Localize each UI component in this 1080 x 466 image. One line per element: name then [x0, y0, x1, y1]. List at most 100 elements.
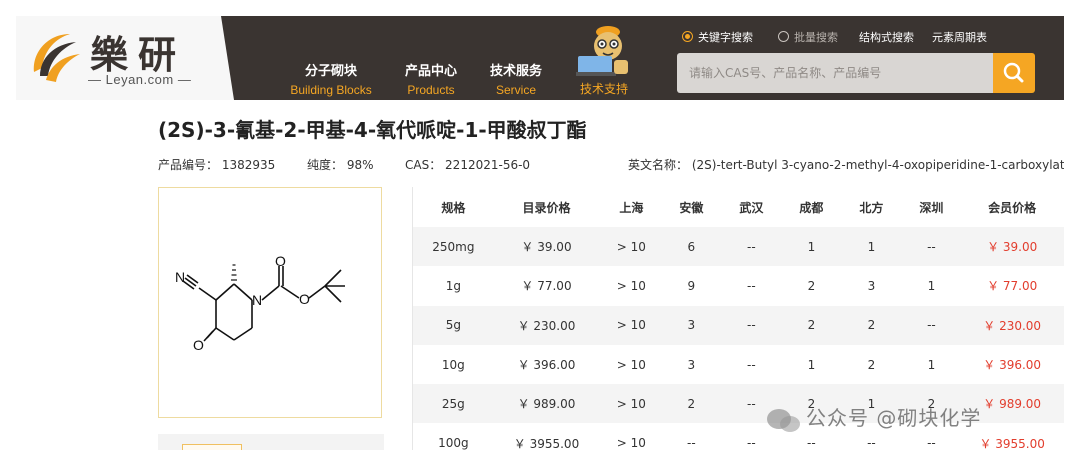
cell-spec: 10g — [441, 357, 465, 372]
atom-o-ketone: O — [193, 337, 204, 353]
col-member-price: 会员价格 — [959, 187, 1064, 227]
radio-selected-icon — [682, 31, 693, 42]
search-type-label: 关键字搜索 — [698, 31, 753, 44]
product-code-value: 1382935 — [221, 158, 276, 172]
col-shenzhen: 深圳 — [903, 187, 960, 227]
wechat-icon — [767, 409, 800, 432]
nav-products[interactable]: 产品中心 Products — [391, 60, 471, 97]
search-input[interactable] — [677, 53, 993, 93]
thumbnail-item[interactable] — [182, 444, 242, 450]
cell-stock: 1 — [783, 227, 840, 267]
mascot-robot-icon[interactable] — [574, 22, 634, 78]
product-code-label: 产品编号： — [158, 158, 219, 172]
purity-label: 纯度： — [307, 158, 344, 172]
cell-stock: > 10 — [616, 436, 646, 450]
atom-n-nitrile: N — [175, 269, 185, 285]
cell-stock: 2 — [839, 305, 904, 345]
cell-stock: > 10 — [616, 278, 646, 293]
cell-stock: -- — [903, 227, 960, 267]
leyan-logo-icon — [33, 34, 80, 82]
cell-list-price: ￥ 396.00 — [517, 358, 576, 373]
col-spec: 规格 — [413, 187, 494, 227]
table-header-row: 规格 目录价格 上海 安徽 武汉 成都 北方 深圳 会员价格 — [413, 187, 1064, 227]
brand-name-cn: 樂研 — [90, 32, 187, 77]
col-anhui: 安徽 — [663, 187, 720, 227]
english-name-value: (2S)-tert-Butyl 3-cyano-2-methyl-4-oxopi… — [691, 158, 1064, 172]
table-row[interactable]: 1g ￥ 77.00 > 10 9 -- 2 3 1 ￥ 77.00 — [413, 266, 1064, 305]
nav-building-blocks[interactable]: 分子砌块 Building Blocks — [286, 60, 376, 97]
cell-member-price: ￥ 77.00 — [987, 279, 1038, 294]
atom-n-ring: N — [252, 292, 262, 308]
nav-label-en: Building Blocks — [290, 83, 372, 97]
col-list-price: 目录价格 — [493, 187, 600, 227]
nav-label-cn: 产品中心 — [404, 64, 457, 79]
site-header: 樂研 — Leyan.com — 分子砌块 Building Blocks 产品… — [16, 16, 1064, 100]
cell-list-price: ￥ 3955.00 — [513, 436, 580, 450]
logo[interactable]: 樂研 — Leyan.com — — [16, 16, 234, 100]
cell-stock: -- — [903, 305, 960, 345]
brand-name-en: — Leyan.com — — [88, 72, 192, 87]
cell-stock: 1 — [839, 227, 904, 267]
table-row[interactable]: 10g ￥ 396.00 > 10 3 -- 1 2 1 ￥ 396.00 — [413, 345, 1064, 384]
radio-unselected-icon — [778, 31, 789, 42]
cell-member-price: ￥ 230.00 — [959, 305, 1064, 345]
table-row[interactable]: 250mg ￥ 39.00 > 10 6 -- 1 1 -- ￥ 39.00 — [413, 227, 1064, 267]
page-frame: 樂研 — Leyan.com — 分子砌块 Building Blocks 产品… — [16, 16, 1064, 450]
cell-stock: 1 — [807, 357, 816, 372]
cell-stock: 2 — [783, 305, 840, 345]
product-cas: CAS： 2212021-56-0 — [405, 156, 530, 173]
col-chengdu: 成都 — [783, 187, 840, 227]
nav-label-en: Products — [407, 83, 455, 97]
search-type-periodic-table[interactable]: 元素周期表 — [932, 29, 987, 45]
cell-member-price: ￥ 396.00 — [983, 358, 1042, 373]
purity-value: 98% — [346, 158, 374, 172]
cell-spec: 25g — [413, 384, 494, 424]
english-name-label: 英文名称： — [628, 158, 689, 172]
search-type-label: 元素周期表 — [932, 31, 987, 44]
cell-spec: 1g — [445, 278, 461, 293]
cell-stock: -- — [747, 357, 756, 372]
search-type-batch[interactable]: 批量搜索 — [778, 29, 838, 45]
cell-stock: > 10 — [599, 227, 664, 267]
cell-stock: 2 — [663, 384, 720, 424]
search-type-label: 结构式搜索 — [859, 31, 914, 44]
cell-stock: 3 — [687, 357, 696, 372]
search-button[interactable] — [993, 53, 1035, 93]
col-north: 北方 — [839, 187, 904, 227]
atom-o-ester: O — [299, 291, 310, 307]
cell-stock: 3 — [663, 305, 720, 345]
cell-stock: 2 — [807, 278, 816, 293]
cell-stock: -- — [719, 305, 784, 345]
cell-list-price: ￥ 230.00 — [493, 305, 600, 345]
search-icon — [1003, 62, 1024, 83]
product-purity: 纯度： 98% — [307, 156, 374, 173]
nav-service[interactable]: 技术服务 Service — [476, 60, 556, 97]
cas-value: 2212021-56-0 — [445, 158, 531, 172]
nav-label-en: Service — [495, 83, 536, 97]
cell-member-price: ￥ 39.00 — [959, 227, 1064, 267]
cell-list-price: ￥ 77.00 — [521, 279, 572, 294]
cell-stock: -- — [747, 278, 756, 293]
product-english-name: 英文名称： (2S)-tert-Butyl 3-cyano-2-methyl-4… — [628, 156, 1064, 173]
product-code: 产品编号： 1382935 — [158, 156, 275, 173]
structure-image[interactable]: N N O O O — [158, 187, 382, 418]
cell-stock: 9 — [687, 278, 696, 293]
cell-stock: 6 — [663, 227, 720, 267]
nav-label-cn: 分子砌块 — [304, 64, 357, 79]
cell-stock: -- — [687, 436, 696, 450]
cell-stock: > 10 — [599, 305, 664, 345]
cell-spec: 100g — [438, 436, 469, 450]
support-label[interactable]: 技术支持 — [572, 80, 636, 97]
cell-stock: -- — [719, 227, 784, 267]
nav-label-cn: 技术服务 — [489, 64, 542, 79]
cell-list-price: ￥ 989.00 — [493, 384, 600, 424]
cell-spec: 5g — [413, 305, 494, 345]
search-type-label: 批量搜索 — [794, 31, 838, 44]
table-row[interactable]: 5g ￥ 230.00 > 10 3 -- 2 2 -- ￥ 230.00 — [413, 305, 1064, 345]
search-type-keyword[interactable]: 关键字搜索 — [682, 29, 753, 45]
cell-stock: 3 — [867, 278, 876, 293]
search-type-structure[interactable]: 结构式搜索 — [859, 29, 914, 45]
cell-stock: 1 — [927, 357, 936, 372]
col-wuhan: 武汉 — [719, 187, 784, 227]
product-title: (2S)-3-氰基-2-甲基-4-氧代哌啶-1-甲酸叔丁酯 — [158, 118, 587, 142]
